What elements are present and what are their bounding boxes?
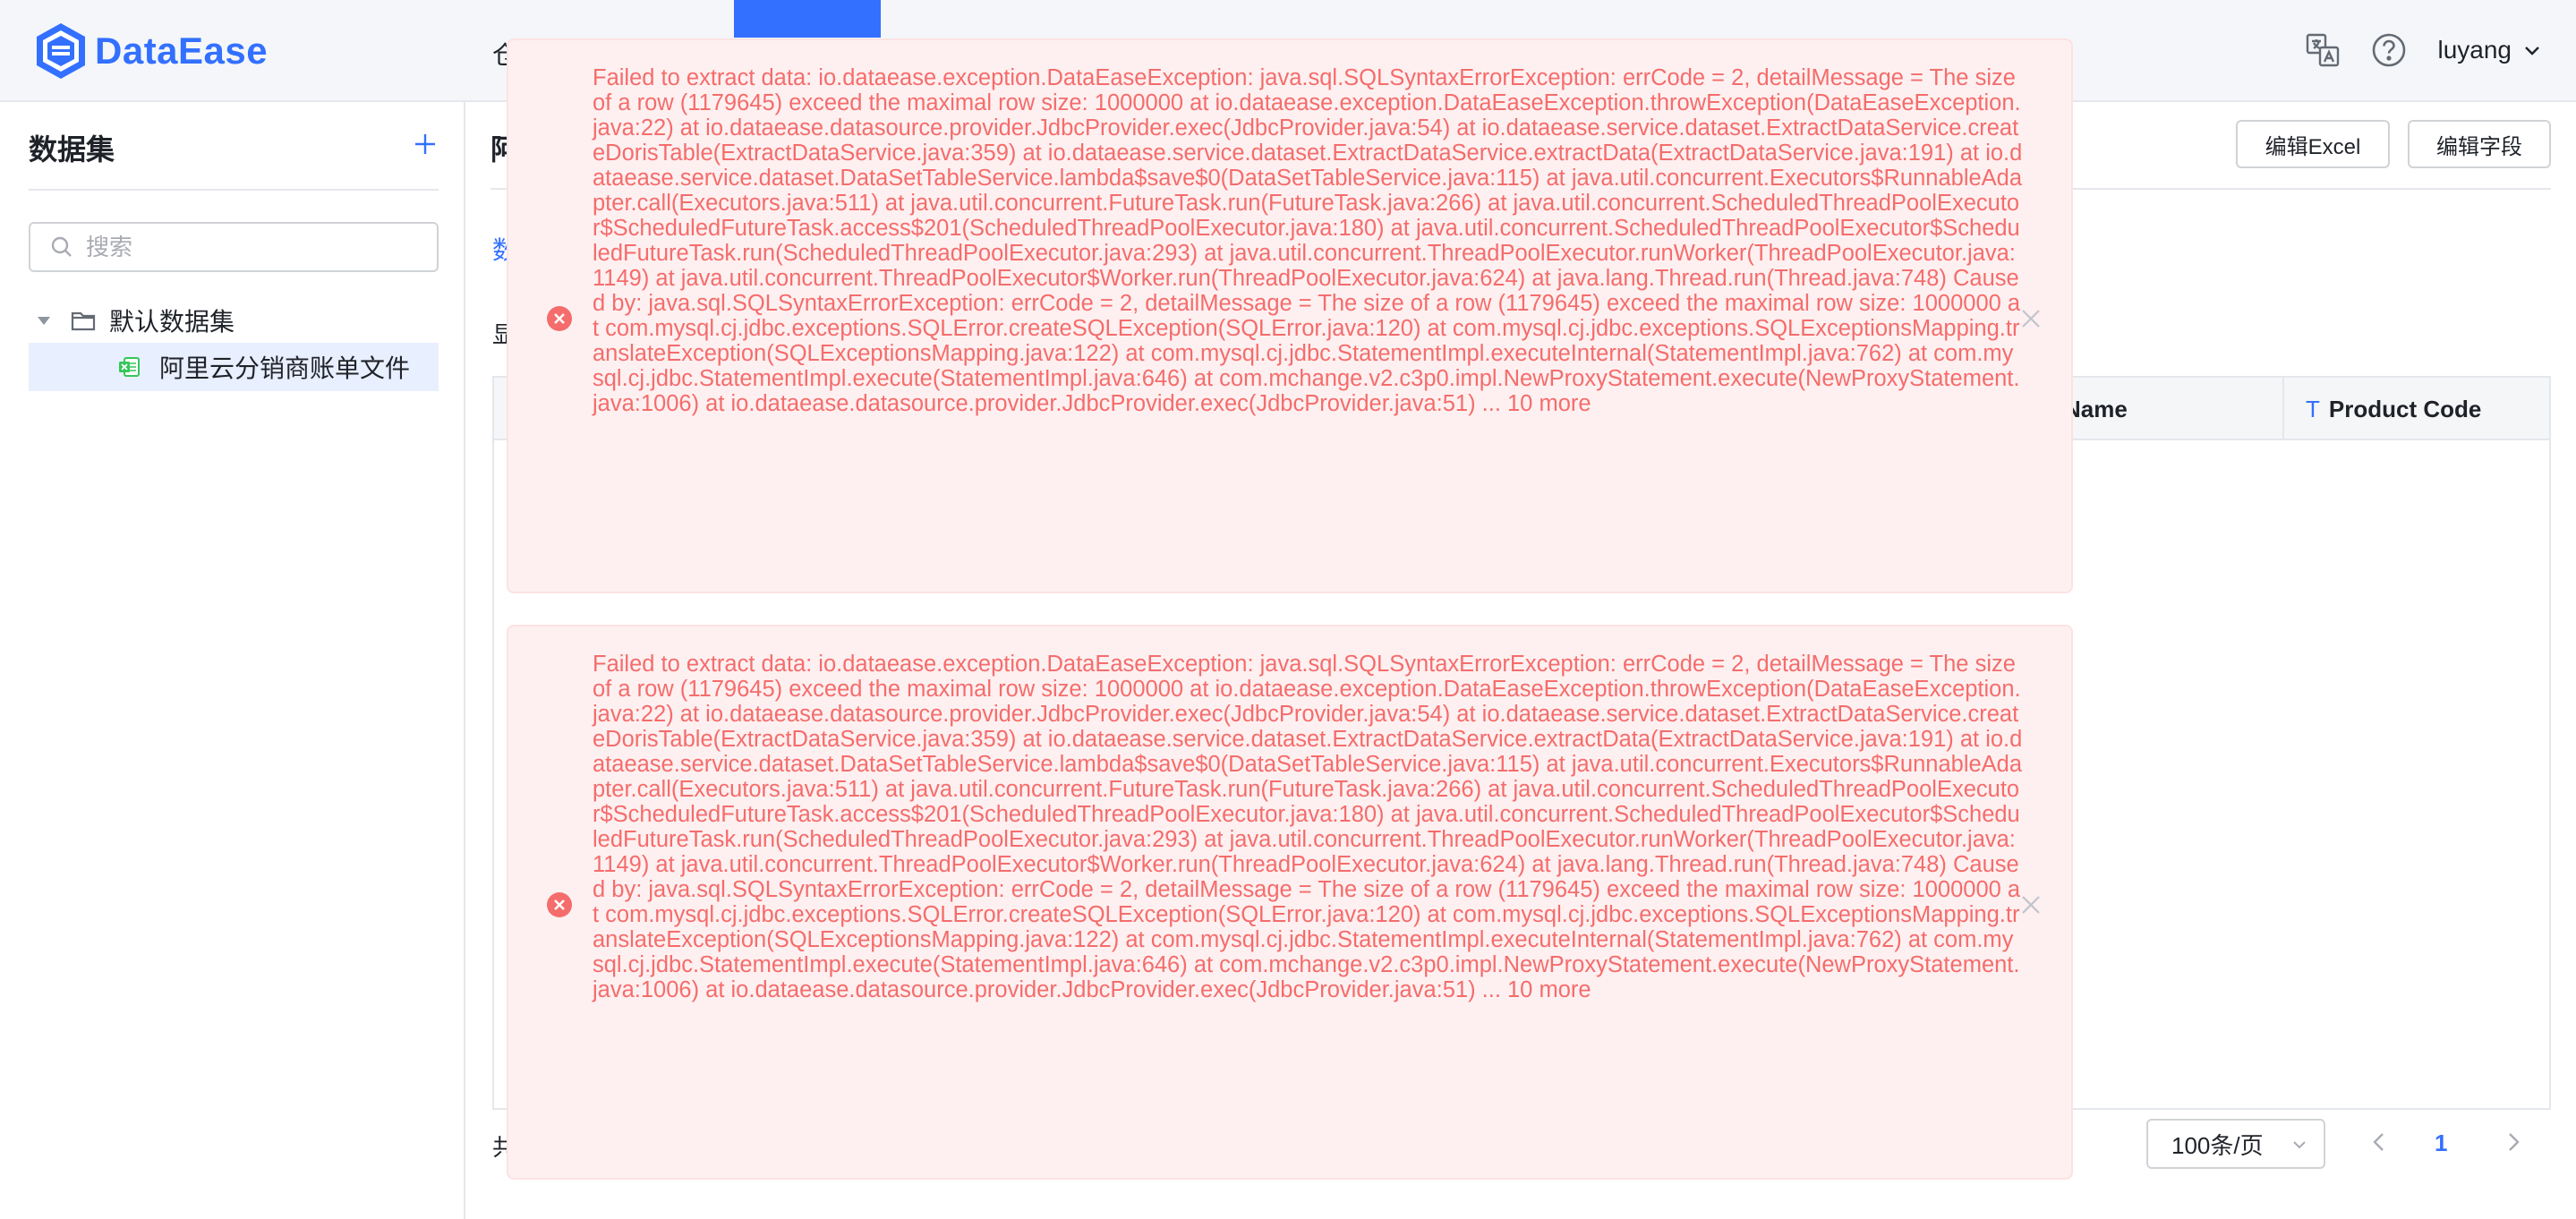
help-icon[interactable] [2371, 32, 2407, 68]
chevron-down-icon[interactable] [2522, 40, 2542, 60]
dataease-logo-icon [37, 23, 85, 79]
edit-fields-button[interactable]: 编辑字段 [2408, 120, 2551, 168]
add-dataset-icon[interactable] [414, 132, 437, 156]
close-icon[interactable] [2019, 893, 2043, 916]
column-header-label: Product Code [2328, 396, 2482, 422]
error-message: Failed to extract data: io.dataease.exce… [593, 652, 2023, 1002]
tree-item-selected[interactable]: 阿里云分销商账单文件 [29, 343, 439, 391]
tree-item-label: 阿里云分销商账单文件 [159, 354, 411, 382]
sidebar-title: 数据集 [29, 133, 115, 166]
error-toast: Failed to extract data: io.dataease.exce… [507, 38, 2073, 593]
column-separator [2282, 378, 2284, 440]
tree-folder-default[interactable]: 默认数据集 [36, 301, 235, 340]
edit-excel-button[interactable]: 编辑Excel [2236, 120, 2390, 168]
sidebar-divider [29, 189, 439, 191]
header-actions: luyang [2305, 32, 2542, 68]
close-icon[interactable] [2019, 307, 2043, 330]
page-number-current[interactable]: 1 [2435, 1129, 2447, 1157]
tree-folder-label: 默认数据集 [109, 308, 235, 336]
error-toast: Failed to extract data: io.dataease.exce… [507, 625, 2073, 1180]
search-icon [51, 236, 72, 257]
prev-page-icon[interactable] [2367, 1129, 2392, 1155]
search-input[interactable] [86, 233, 426, 261]
search-box[interactable] [29, 222, 439, 272]
nav-active-indicator [734, 0, 881, 38]
caret-down-icon[interactable] [36, 312, 52, 328]
excel-file-icon [119, 357, 140, 377]
page-size-select[interactable]: 100条/页 [2146, 1119, 2325, 1169]
column-header-product-code[interactable]: T Product Code [2306, 396, 2481, 423]
error-circle-icon [547, 892, 572, 917]
user-name[interactable]: luyang [2437, 36, 2512, 64]
dataset-sidebar: 数据集 默认数据集 阿里云分销商账单文件 [0, 102, 465, 1219]
translate-icon[interactable] [2305, 32, 2341, 68]
next-page-icon[interactable] [2501, 1129, 2526, 1155]
folder-icon [71, 311, 96, 331]
column-header-name[interactable]: Name [2064, 396, 2128, 423]
error-circle-icon [547, 306, 572, 331]
app-name: DataEase [95, 30, 269, 72]
page-size-value: 100条/页 [2171, 1131, 2264, 1159]
app-logo[interactable]: DataEase [34, 21, 268, 81]
error-message: Failed to extract data: io.dataease.exce… [593, 65, 2023, 416]
chevron-down-icon [2293, 1141, 2306, 1149]
text-type-icon: T [2306, 396, 2320, 422]
